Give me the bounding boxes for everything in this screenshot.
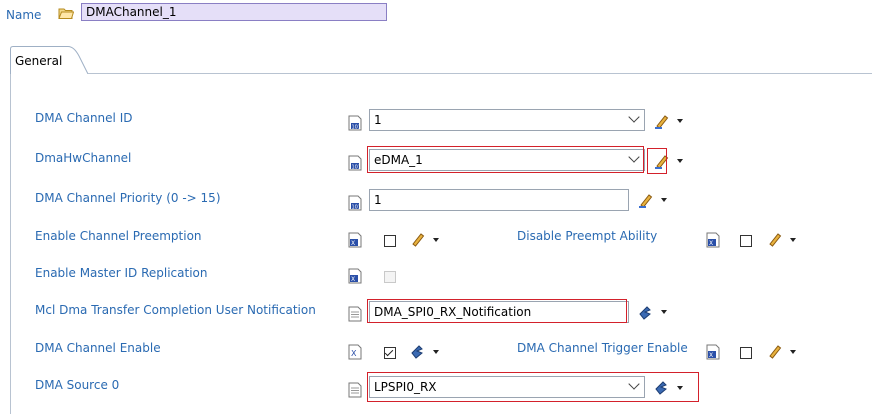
dropdown-arrow-icon[interactable] <box>677 119 683 123</box>
config-value-icon: X <box>348 344 362 360</box>
dma-channel-enable-checkbox[interactable] <box>384 347 396 359</box>
config-value-icon: X <box>706 232 720 248</box>
enable-master-id-replication-label: Enable Master ID Replication <box>35 266 208 280</box>
name-label: Name <box>6 8 42 22</box>
highlight-box <box>367 299 627 323</box>
dma-hw-channel-label: DmaHwChannel <box>35 151 132 165</box>
svg-text:X: X <box>709 352 713 359</box>
name-field[interactable]: DMAChannel_1 <box>81 3 387 21</box>
link-ref-icon[interactable] <box>410 343 426 359</box>
config-value-icon: X <box>348 232 362 248</box>
dma-channel-trigger-enable-checkbox[interactable] <box>740 347 752 359</box>
highlight-box <box>647 148 667 174</box>
svg-text:X: X <box>351 276 355 283</box>
dma-source-0-label: DMA Source 0 <box>35 378 120 392</box>
dma-channel-trigger-enable-label: DMA Channel Trigger Enable <box>517 341 688 355</box>
enable-channel-preemption-checkbox[interactable] <box>384 235 396 247</box>
disable-preempt-ability-label: Disable Preempt Ability <box>517 229 658 243</box>
folder-icon <box>58 8 74 19</box>
highlight-box <box>367 146 644 173</box>
link-ref-icon[interactable] <box>638 304 654 320</box>
config-value-icon: X <box>706 344 720 360</box>
config-value-icon: X <box>348 268 362 284</box>
pencil-edit-icon[interactable] <box>767 343 783 359</box>
mcl-dma-notification-label: Mcl Dma Transfer Completion User Notific… <box>35 303 316 317</box>
dma-channel-priority-label: DMA Channel Priority (0 -> 15) <box>35 191 221 205</box>
config-value-icon: 101 <box>348 115 362 131</box>
dma-channel-id-combo[interactable]: 1 <box>369 109 645 131</box>
svg-text:X: X <box>351 240 355 247</box>
enable-channel-preemption-label: Enable Channel Preemption <box>35 229 202 243</box>
config-value-icon: 101 <box>348 155 362 171</box>
pencil-edit-icon[interactable] <box>767 231 783 247</box>
svg-text:101: 101 <box>352 205 362 211</box>
dropdown-arrow-icon[interactable] <box>433 238 439 242</box>
dropdown-arrow-icon[interactable] <box>433 350 439 354</box>
text-value-icon <box>348 306 362 322</box>
dma-channel-priority-input[interactable]: 1 <box>369 189 629 211</box>
svg-text:X: X <box>709 240 713 247</box>
svg-text:101: 101 <box>352 165 362 171</box>
dropdown-arrow-icon[interactable] <box>661 198 667 202</box>
highlight-box <box>367 372 699 402</box>
tab-general[interactable]: General <box>15 54 62 68</box>
svg-text:101: 101 <box>352 125 362 131</box>
dropdown-arrow-icon[interactable] <box>661 310 667 314</box>
disable-preempt-ability-checkbox[interactable] <box>740 235 752 247</box>
pencil-edit-icon[interactable] <box>654 113 670 129</box>
dropdown-arrow-icon[interactable] <box>790 238 796 242</box>
dma-channel-id-label: DMA Channel ID <box>35 111 133 125</box>
checkmark-icon <box>384 347 394 357</box>
dma-channel-enable-label: DMA Channel Enable <box>35 341 161 355</box>
config-value-icon: 101 <box>348 195 362 211</box>
dropdown-arrow-icon[interactable] <box>677 159 683 163</box>
dma-channel-id-value: 1 <box>374 113 382 127</box>
svg-text:X: X <box>351 349 357 358</box>
pencil-edit-icon[interactable] <box>410 231 426 247</box>
dropdown-arrow-icon[interactable] <box>790 350 796 354</box>
text-value-icon <box>348 382 362 398</box>
enable-master-id-replication-checkbox <box>384 271 396 283</box>
chevron-down-icon[interactable] <box>628 111 640 123</box>
pencil-edit-icon[interactable] <box>638 192 654 208</box>
